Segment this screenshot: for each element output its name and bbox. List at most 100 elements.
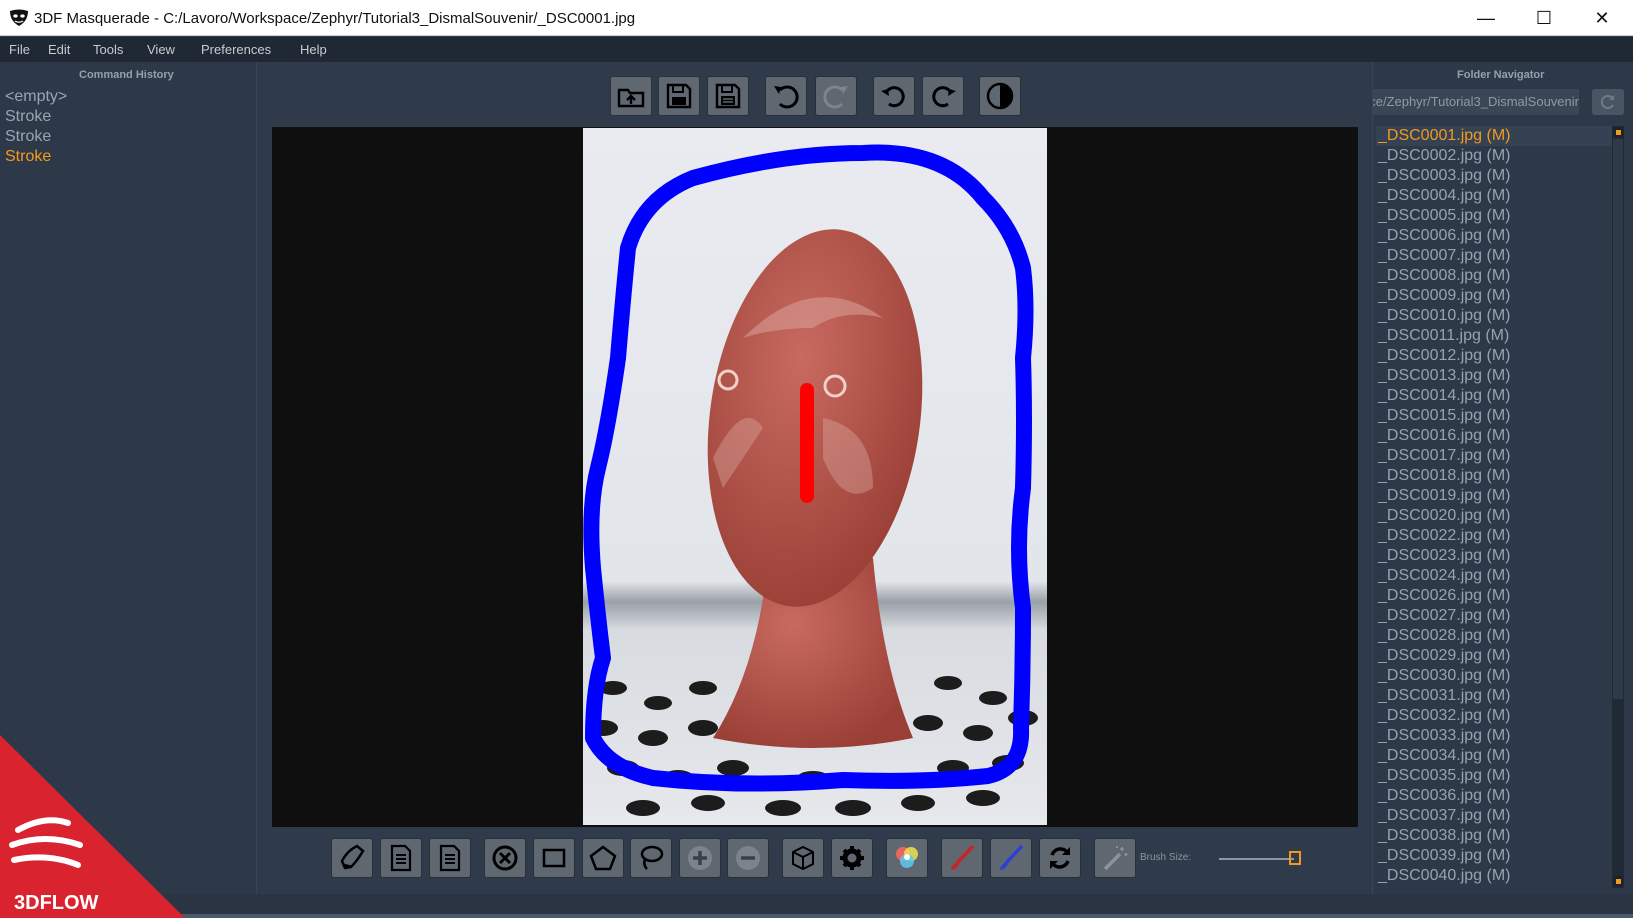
blue-brush-button[interactable] [990, 838, 1032, 878]
rotate-right-button[interactable] [922, 76, 964, 116]
file-item[interactable]: _DSC0013.jpg (M) [1376, 366, 1612, 386]
file-item[interactable]: _DSC0006.jpg (M) [1376, 226, 1612, 246]
scroll-up-arrow[interactable] [1613, 127, 1623, 137]
file-item[interactable]: _DSC0026.jpg (M) [1376, 586, 1612, 606]
menu-bar: File Edit Tools View Preferences Help [0, 37, 1633, 62]
folder-refresh-button[interactable] [1592, 89, 1624, 115]
magic-wand-button[interactable] [1094, 838, 1136, 878]
cube-button[interactable] [782, 838, 824, 878]
brush-size-slider-handle[interactable] [1289, 851, 1301, 865]
file-item[interactable]: _DSC0036.jpg (M) [1376, 786, 1612, 806]
file-list[interactable]: _DSC0001.jpg (M) _DSC0002.jpg (M) _DSC0003… [1376, 126, 1612, 888]
file-item[interactable]: _DSC0011.jpg (M) [1376, 326, 1612, 346]
brush-size-label: Brush Size: [1140, 852, 1192, 863]
subtract-mode-button[interactable] [727, 838, 769, 878]
folder-path-field[interactable]: C:/Lavoro/Workspace/Zephyr/Tutorial3_Dis… [1373, 89, 1579, 115]
menu-tools[interactable]: Tools [93, 42, 123, 57]
refresh-mask-button[interactable] [1039, 838, 1081, 878]
file-item[interactable]: _DSC0034.jpg (M) [1376, 746, 1612, 766]
copy-mask-button[interactable] [380, 838, 422, 878]
file-item[interactable]: _DSC0018.jpg (M) [1376, 466, 1612, 486]
rotate-left-icon [881, 86, 905, 108]
file-item[interactable]: _DSC0010.jpg (M) [1376, 306, 1612, 326]
file-item[interactable]: _DSC0016.jpg (M) [1376, 426, 1612, 446]
file-item[interactable]: _DSC0035.jpg (M) [1376, 766, 1612, 786]
menu-view[interactable]: View [147, 42, 175, 57]
file-item[interactable]: _DSC0005.jpg (M) [1376, 206, 1612, 226]
window-title: 3DF Masquerade - C:/Lavoro/Workspace/Zep… [34, 10, 636, 27]
scroll-down-arrow[interactable] [1613, 876, 1623, 886]
redo-button[interactable] [815, 76, 857, 116]
file-item[interactable]: _DSC0009.jpg (M) [1376, 286, 1612, 306]
settings-button[interactable] [831, 838, 873, 878]
brush-size-slider-track[interactable] [1219, 858, 1294, 860]
file-item[interactable]: _DSC0039.jpg (M) [1376, 846, 1612, 866]
minus-circle-icon [736, 846, 760, 870]
masked-photo[interactable] [583, 128, 1047, 825]
folder-up-icon [617, 88, 645, 108]
menu-help[interactable]: Help [300, 42, 327, 57]
file-item[interactable]: _DSC0029.jpg (M) [1376, 646, 1612, 666]
file-item[interactable]: _DSC0038.jpg (M) [1376, 826, 1612, 846]
file-item[interactable]: _DSC0008.jpg (M) [1376, 266, 1612, 286]
file-item[interactable]: _DSC0012.jpg (M) [1376, 346, 1612, 366]
maximize-button[interactable]: ☐ [1515, 0, 1573, 36]
brush-icon [1000, 844, 1024, 870]
eraser-icon [340, 844, 365, 870]
file-item[interactable]: _DSC0033.jpg (M) [1376, 726, 1612, 746]
brush-icon [951, 844, 975, 870]
lasso-tool-button[interactable] [630, 838, 672, 878]
minimize-button[interactable]: — [1457, 0, 1515, 36]
file-item[interactable]: _DSC0024.jpg (M) [1376, 566, 1612, 586]
command-history-title: Command History [79, 69, 174, 81]
file-list-scroll-thumb[interactable] [1613, 139, 1623, 699]
save-button[interactable] [658, 76, 700, 116]
polygon-tool-button[interactable] [582, 838, 624, 878]
file-item[interactable]: _DSC0022.jpg (M) [1376, 526, 1612, 546]
paste-mask-button[interactable] [429, 838, 471, 878]
file-item[interactable]: _DSC0027.jpg (M) [1376, 606, 1612, 626]
file-item[interactable]: _DSC0030.jpg (M) [1376, 666, 1612, 686]
file-item[interactable]: _DSC0037.jpg (M) [1376, 806, 1612, 826]
file-item[interactable]: _DSC0028.jpg (M) [1376, 626, 1612, 646]
file-item[interactable]: _DSC0007.jpg (M) [1376, 246, 1612, 266]
cube-icon [792, 845, 814, 871]
file-item[interactable]: _DSC0015.jpg (M) [1376, 406, 1612, 426]
save-as-button[interactable] [707, 76, 749, 116]
open-folder-button[interactable] [610, 76, 652, 116]
file-item[interactable]: _DSC0019.jpg (M) [1376, 486, 1612, 506]
title-bar: 3DF Masquerade - C:/Lavoro/Workspace/Zep… [0, 0, 1633, 36]
file-item[interactable]: _DSC0004.jpg (M) [1376, 186, 1612, 206]
contrast-button[interactable] [979, 76, 1021, 116]
clear-mask-button[interactable] [484, 838, 526, 878]
color-button[interactable] [886, 838, 928, 878]
undo-button[interactable] [765, 76, 807, 116]
add-mode-button[interactable] [679, 838, 721, 878]
contrast-icon [986, 82, 1014, 110]
history-item-active[interactable]: Stroke [5, 148, 51, 166]
menu-preferences[interactable]: Preferences [201, 42, 271, 57]
menu-file[interactable]: File [9, 42, 30, 57]
history-item[interactable]: Stroke [5, 108, 51, 126]
file-item[interactable]: _DSC0002.jpg (M) [1376, 146, 1612, 166]
file-item-selected[interactable]: _DSC0001.jpg (M) [1376, 126, 1612, 146]
file-item[interactable]: _DSC0017.jpg (M) [1376, 446, 1612, 466]
history-item[interactable]: <empty> [5, 88, 67, 106]
file-item[interactable]: _DSC0031.jpg (M) [1376, 686, 1612, 706]
history-item[interactable]: Stroke [5, 128, 51, 146]
close-button[interactable]: ✕ [1573, 0, 1631, 36]
eraser-tool-button[interactable] [331, 838, 373, 878]
file-item[interactable]: _DSC0003.jpg (M) [1376, 166, 1612, 186]
menu-edit[interactable]: Edit [48, 42, 70, 57]
file-item[interactable]: _DSC0032.jpg (M) [1376, 706, 1612, 726]
rotate-right-icon [932, 86, 956, 108]
file-item[interactable]: _DSC0020.jpg (M) [1376, 506, 1612, 526]
red-brush-button[interactable] [941, 838, 983, 878]
redo-icon [823, 85, 848, 109]
file-item[interactable]: _DSC0023.jpg (M) [1376, 546, 1612, 566]
file-item[interactable]: _DSC0040.jpg (M) [1376, 866, 1612, 886]
refresh-icon [1600, 95, 1614, 109]
rectangle-tool-button[interactable] [533, 838, 575, 878]
rotate-left-button[interactable] [873, 76, 915, 116]
file-item[interactable]: _DSC0014.jpg (M) [1376, 386, 1612, 406]
